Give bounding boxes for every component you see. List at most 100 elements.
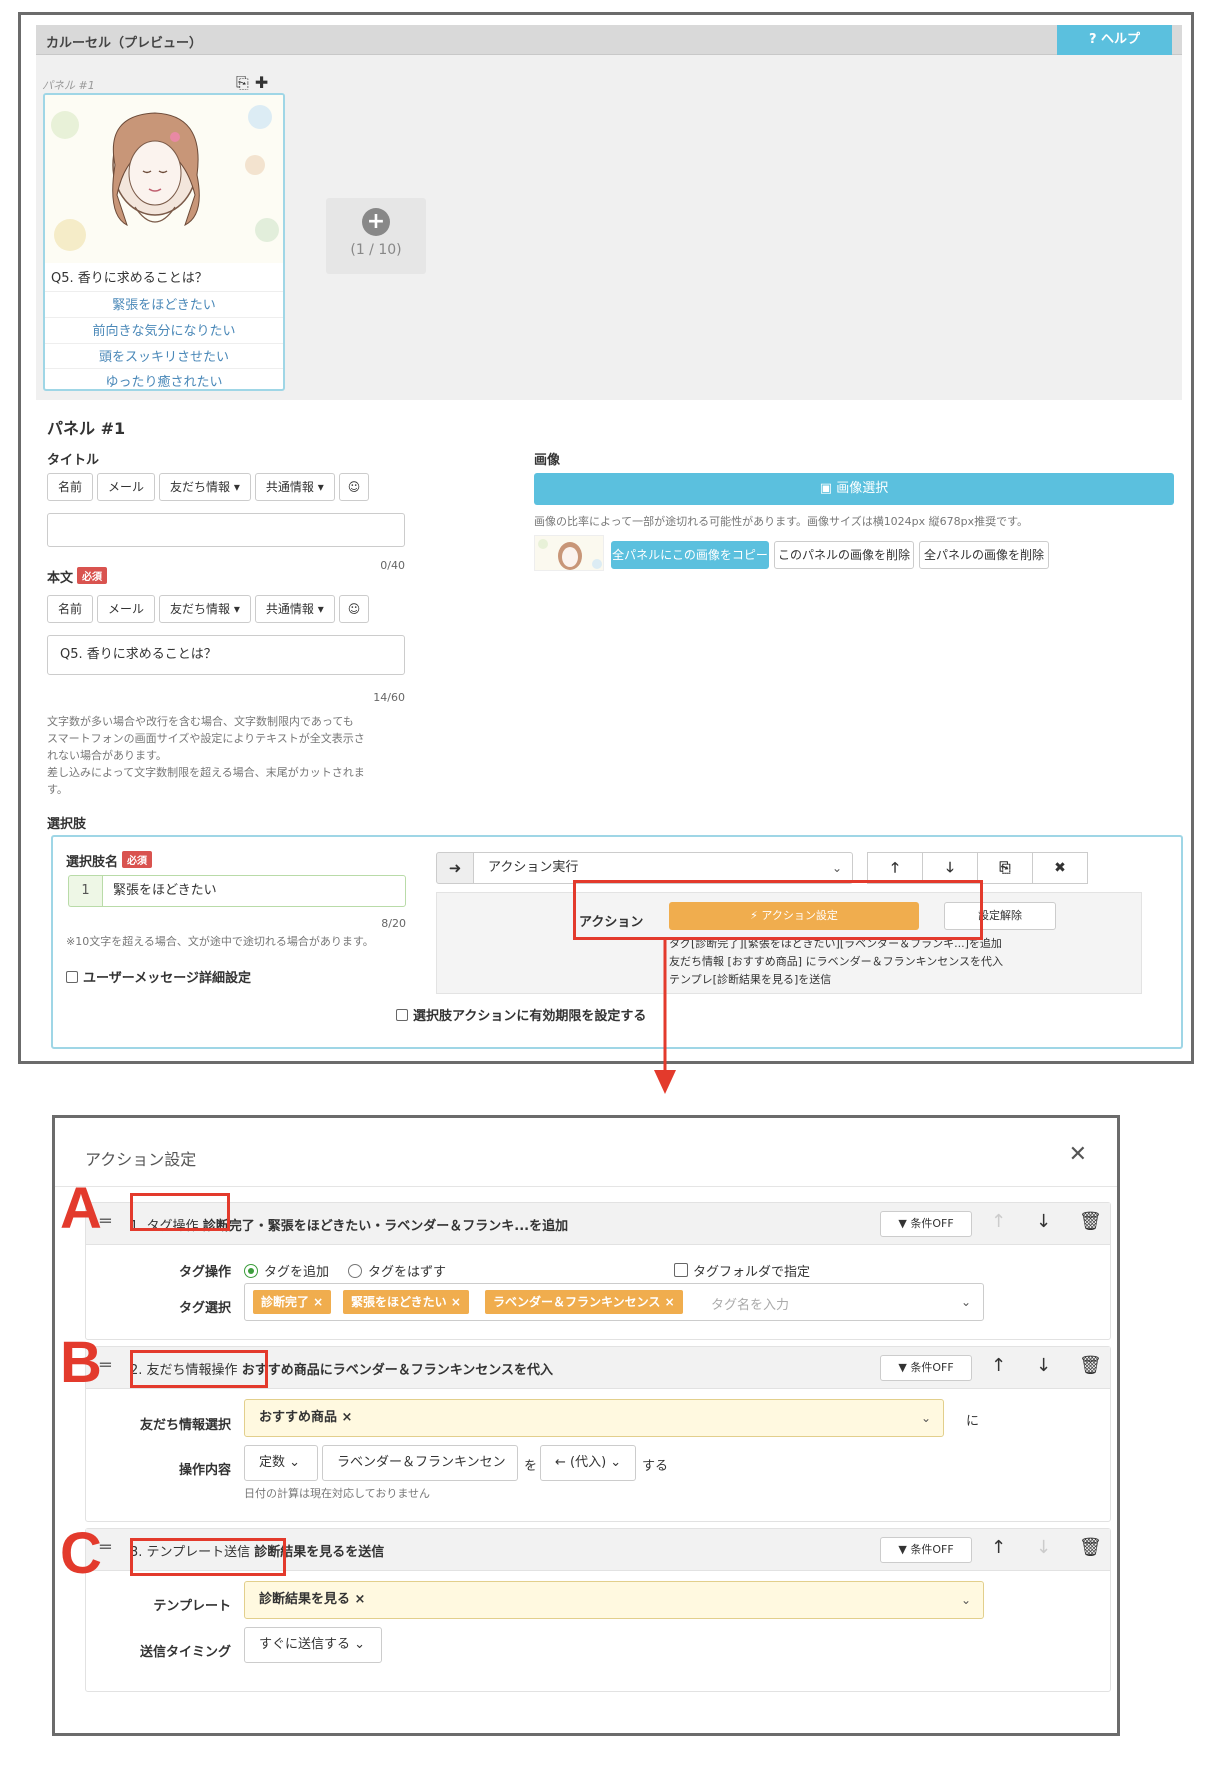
condition-off-button[interactable]: ▼ 条件OFF [880,1355,972,1381]
title-label: タイトル [47,453,100,468]
radio-remove-label: タグをはずす [368,1265,447,1280]
trash-icon[interactable]: 🗑 [1079,1211,1102,1232]
card-choice-4[interactable]: ゆったり癒されたい [45,368,283,389]
add-panel-button[interactable]: + (1 / 10) [326,198,426,274]
close-icon[interactable]: ✕ [1069,1142,1087,1167]
highlight-action-box [573,880,983,940]
emoji-button[interactable]: ☺ [338,473,370,501]
carousel-preview-title: カルーセル（プレビュー） [46,36,203,51]
panel-count: (1 / 10) [350,242,402,258]
highlight-step-b [130,1350,268,1388]
panel-number-label: パネル #1 [42,79,95,92]
body-insert-email-button[interactable]: メール [97,595,156,623]
annotation-letter-c: C [60,1521,102,1586]
highlight-step-c [130,1538,286,1576]
copy-image-all-panels-button[interactable]: 全パネルにこの画像をコピー [611,541,769,569]
tag-chip[interactable]: 診断完了 × [253,1290,332,1314]
operation-value-input[interactable]: ラベンダー＆フランキンセン [322,1445,518,1481]
action-description: タグ[診断完了][緊張をほどきたい][ラベンダー＆フランキ...]を追加 友だち… [669,935,1003,989]
expiry-label: 選択肢アクションに有効期限を設定する [413,1009,647,1024]
arrow-down-icon[interactable]: ↓ [1036,1355,1051,1376]
send-timing-label: 送信タイミング [139,1645,231,1660]
step-summary: おすすめ商品にラベンダー＆フランキンセンスを代入 [241,1363,554,1378]
particle-ni: に [966,1414,980,1429]
arrow-down-icon[interactable]: ↓ [1036,1211,1051,1232]
arrow-up-icon[interactable]: ↑ [991,1355,1006,1376]
radio-add-tag[interactable]: タグを追加 [244,1261,329,1280]
title-counter: 0/40 [380,559,405,572]
condition-off-button[interactable]: ▼ 条件OFF [880,1211,972,1237]
insert-friend-info-button[interactable]: 友だち情報 ▾ [159,473,251,501]
body-insert-name-button[interactable]: 名前 [47,595,94,623]
radio-add-label: タグを追加 [264,1265,330,1280]
help-button[interactable]: ? ヘルプ [1057,25,1172,55]
send-timing-select[interactable]: すぐに送信する ⌄ [244,1627,382,1663]
checkbox-icon [674,1263,688,1277]
trash-icon[interactable]: 🗑 [1079,1537,1102,1558]
title-input[interactable] [47,513,405,547]
body-input[interactable]: Q5. 香りに求めることは？ [47,635,405,675]
condition-label: 条件OFF [910,1217,954,1230]
choice-counter: 8/20 [381,917,406,930]
delete-choice-button[interactable]: ✖ [1032,852,1088,884]
checkbox-icon [66,971,78,983]
copy-panel-icon[interactable]: ⎘ [236,73,249,92]
choice-name-input[interactable]: 緊張をほどきたい [102,875,406,907]
condition-off-button[interactable]: ▼ 条件OFF [880,1537,972,1563]
body-insert-buttons: 名前 メール 友だち情報 ▾ 共通情報 ▾ ☺ [47,595,370,623]
image-note: 画像の比率によって一部が途切れる可能性があります。画像サイズは横1024px 縦… [534,515,1029,528]
action-type-value: アクション実行 [488,860,579,875]
image-select-button[interactable]: ▣ 画像選択 [534,473,1174,505]
delete-panel-image-button[interactable]: このパネルの画像を削除 [774,541,914,569]
choice-index: 1 [68,875,102,907]
operation-mode-value: ← (代入) [555,1455,607,1470]
tag-chip[interactable]: 緊張をほどきたい × [343,1290,469,1314]
operation-mode-select[interactable]: ← (代入) ⌄ [540,1445,636,1481]
particle-suru: する [642,1459,669,1474]
panel-heading: パネル #1 [47,419,126,438]
operation-type-value: 定数 [259,1455,286,1470]
plus-circle-icon: + [362,208,390,236]
card-choice-3[interactable]: 頭をスッキリさせたい [45,343,283,371]
panel-preview-card[interactable]: Q5. 香りに求めることは？ 緊張をほどきたい 前向きな気分になりたい 頭をスッ… [43,93,285,391]
send-timing-value: すぐに送信する [259,1637,351,1652]
insert-email-button[interactable]: メール [97,473,156,501]
body-note: 文字数が多い場合や改行を含む場合、文字数制限内であっても スマートフォンの画面サ… [47,713,417,798]
card-title: Q5. 香りに求めることは？ [51,271,208,286]
card-choice-1[interactable]: 緊張をほどきたい [45,291,283,319]
insert-name-button[interactable]: 名前 [47,473,94,501]
body-note-line: れない場合があります。 [47,749,167,762]
insert-common-info-button[interactable]: 共通情報 ▾ [254,473,335,501]
user-message-detail-checkbox[interactable]: ユーザーメッセージ詳細設定 [66,967,251,986]
operation-type-select[interactable]: 定数 ⌄ [244,1445,318,1481]
copy-choice-button[interactable]: ⎘ [977,852,1033,884]
image-label: 画像 [534,453,561,468]
step-summary: 診断完了・緊張をほどきたい・ラベンダー＆フランキ...を追加 [202,1219,569,1234]
tag-folder-checkbox[interactable]: タグフォルダで指定 [674,1261,810,1280]
thumbnail-illustration [538,539,602,570]
body-emoji-button[interactable]: ☺ [338,595,370,623]
delete-all-images-button[interactable]: 全パネルの画像を削除 [919,541,1049,569]
template-select[interactable]: 診断結果を見る × ⌄ [244,1581,984,1619]
title-insert-buttons: 名前 メール 友だち情報 ▾ 共通情報 ▾ ☺ [47,473,370,501]
friend-info-select[interactable]: おすすめ商品 × ⌄ [244,1399,944,1437]
choice-note: ※10文字を超える場合、文が途中で途切れる場合があります。 [66,935,374,948]
tag-select-label: タグ選択 [178,1301,231,1316]
radio-remove-tag[interactable]: タグをはずす [348,1261,446,1280]
body-insert-common-info-button[interactable]: 共通情報 ▾ [254,595,335,623]
step-tag-operation: ═ 1. タグ操作 診断完了・緊張をほどきたい・ラベンダー＆フランキ...を追加… [85,1202,1111,1340]
card-choice-2[interactable]: 前向きな気分になりたい [45,317,283,345]
tag-select-input[interactable]: 診断完了 × 緊張をほどきたい × ラベンダー＆フランキンセンス × タグ名を入… [244,1283,984,1321]
chevron-down-icon: ⌄ [960,1593,971,1607]
annotation-letter-a: A [60,1176,102,1241]
add-panel-icon[interactable]: ✚ [255,73,268,92]
body-note-line: 文字数が多い場合や改行を含む場合、文字数制限内であっても [47,715,354,728]
radio-selected-icon [244,1264,258,1278]
arrow-up-icon[interactable]: ↑ [991,1537,1006,1558]
trash-icon[interactable]: 🗑 [1079,1355,1102,1376]
expiry-checkbox[interactable]: 選択肢アクションに有効期限を設定する [396,1005,646,1024]
body-note-line: 差し込みによって文字数制限を超える場合、末尾がカットされま [47,766,365,779]
tag-chip[interactable]: ラベンダー＆フランキンセンス × [485,1290,683,1314]
body-insert-friend-info-button[interactable]: 友だち情報 ▾ [159,595,251,623]
image-select-label: 画像選択 [836,481,889,496]
